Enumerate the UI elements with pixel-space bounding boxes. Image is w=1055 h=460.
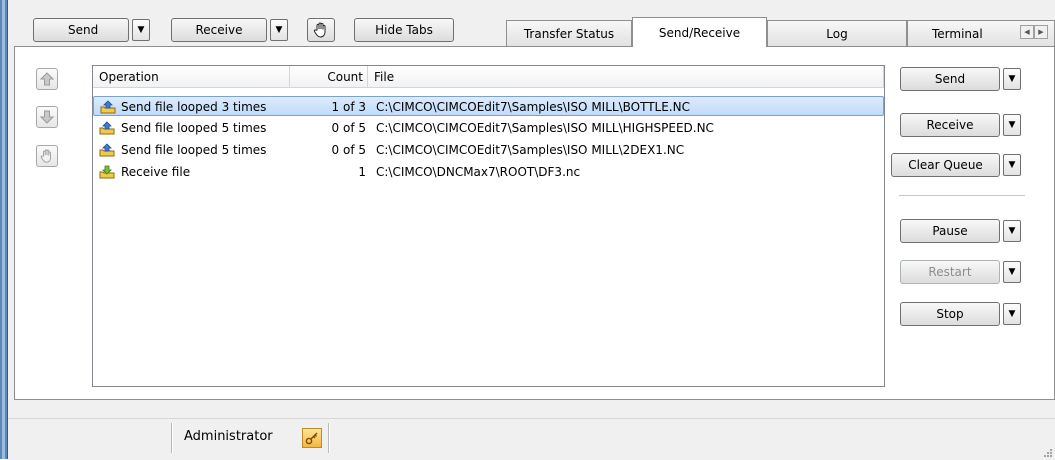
toolbar-send-dropdown[interactable]: ▼ xyxy=(132,19,150,41)
row-operation: Send file looped 3 times xyxy=(121,100,267,114)
row-file: C:\CIMCO\CIMCOEdit7\Samples\ISO MILL\HIG… xyxy=(376,121,714,135)
dropdown-arrow-icon: ▼ xyxy=(1008,73,1016,84)
stop-label: Stop xyxy=(936,307,964,321)
hide-tabs-label: Hide Tabs xyxy=(375,23,433,37)
restart-dropdown[interactable]: ▼ xyxy=(1003,261,1021,283)
toolbar-receive-label: Receive xyxy=(195,23,243,37)
send-label: Send xyxy=(934,72,966,86)
status-user: Administrator xyxy=(184,429,273,444)
pause-label: Pause xyxy=(932,224,968,238)
row-operation: Send file looped 5 times xyxy=(121,121,267,135)
receive-button[interactable]: Receive xyxy=(900,113,1000,137)
row-count: 0 of 5 xyxy=(331,121,366,135)
restart-button[interactable]: Restart xyxy=(900,260,1000,284)
tab-label: Terminal xyxy=(932,26,983,41)
row-file: C:\CIMCO\DNCMax7\ROOT\DF3.nc xyxy=(376,165,581,179)
table-row[interactable]: Send file looped 5 times 0 of 5 C:\CIMCO… xyxy=(93,118,884,138)
key-icon[interactable] xyxy=(302,428,322,448)
table-row[interactable]: Send file looped 3 times 1 of 3 C:\CIMCO… xyxy=(93,96,884,116)
tab-label: Log xyxy=(826,26,848,41)
hand-icon xyxy=(40,149,51,163)
transfer-queue-list[interactable]: Operation Count File Send file looped 3 … xyxy=(92,65,885,387)
restart-label: Restart xyxy=(928,265,972,279)
dropdown-arrow-icon: ▼ xyxy=(1008,266,1016,277)
tab-scroll-left-button[interactable]: ◀ xyxy=(1020,25,1034,39)
send-file-icon xyxy=(99,143,115,157)
stop-button[interactable]: Stop xyxy=(900,302,1000,326)
row-count: 1 of 3 xyxy=(331,100,366,114)
row-count: 0 of 5 xyxy=(331,143,366,157)
status-separator xyxy=(328,423,330,453)
hold-button[interactable] xyxy=(36,145,58,167)
column-header-operation[interactable]: Operation xyxy=(93,66,290,88)
chevron-right-icon: ▶ xyxy=(1038,28,1044,36)
chevron-left-icon: ◀ xyxy=(1024,28,1030,36)
key-glyph-icon xyxy=(305,432,318,445)
arrow-up-icon xyxy=(40,72,54,86)
send-file-icon xyxy=(99,121,115,135)
row-file: C:\CIMCO\CIMCOEdit7\Samples\ISO MILL\2DE… xyxy=(376,143,685,157)
column-header-file[interactable]: File xyxy=(368,66,884,88)
table-row[interactable]: Send file looped 5 times 0 of 5 C:\CIMCO… xyxy=(93,140,884,160)
status-bar: Administrator xyxy=(8,418,1055,460)
tab-log[interactable]: Log xyxy=(767,20,907,46)
receive-file-icon xyxy=(99,165,115,179)
pause-button[interactable]: Pause xyxy=(900,219,1000,243)
window-frame-left xyxy=(0,0,8,459)
clear-queue-label: Clear Queue xyxy=(908,158,983,172)
dropdown-arrow-icon: ▼ xyxy=(275,24,283,35)
toolbar-send-label: Send xyxy=(68,23,99,37)
row-operation: Receive file xyxy=(121,165,191,179)
toolbar-hand-button[interactable] xyxy=(307,18,335,42)
resize-grip-icon[interactable] xyxy=(1043,448,1053,458)
column-header-count[interactable]: Count xyxy=(290,66,368,88)
toolbar-receive-dropdown[interactable]: ▼ xyxy=(270,19,288,41)
tab-label: Send/Receive xyxy=(658,25,741,40)
send-dropdown[interactable]: ▼ xyxy=(1003,68,1021,90)
dropdown-arrow-icon: ▼ xyxy=(1008,159,1016,170)
dropdown-arrow-icon: ▼ xyxy=(1008,119,1016,130)
dropdown-arrow-icon: ▼ xyxy=(1008,225,1016,236)
column-header-label: File xyxy=(374,69,395,84)
tab-label: Transfer Status xyxy=(523,26,615,41)
tab-scroll-right-button[interactable]: ▶ xyxy=(1034,25,1048,39)
clear-queue-button[interactable]: Clear Queue xyxy=(891,153,1000,177)
toolbar-receive-button[interactable]: Receive xyxy=(171,18,267,42)
tab-transfer-status[interactable]: Transfer Status xyxy=(506,20,632,46)
dropdown-arrow-icon: ▼ xyxy=(137,24,145,35)
action-separator xyxy=(899,195,1025,197)
column-header-label: Operation xyxy=(99,69,159,84)
row-file: C:\CIMCO\CIMCOEdit7\Samples\ISO MILL\BOT… xyxy=(376,100,690,114)
clear-queue-dropdown[interactable]: ▼ xyxy=(1003,154,1021,176)
toolbar-send-button[interactable]: Send xyxy=(33,18,129,42)
tab-send-receive[interactable]: Send/Receive xyxy=(632,17,767,47)
receive-dropdown[interactable]: ▼ xyxy=(1003,114,1021,136)
hide-tabs-button[interactable]: Hide Tabs xyxy=(354,18,454,42)
arrow-down-icon xyxy=(40,110,54,124)
move-up-button[interactable] xyxy=(36,68,58,90)
dropdown-arrow-icon: ▼ xyxy=(1008,308,1016,319)
hand-icon xyxy=(313,22,326,38)
pause-dropdown[interactable]: ▼ xyxy=(1003,220,1021,242)
row-count: 1 xyxy=(358,165,366,179)
send-file-icon xyxy=(100,100,116,114)
row-operation: Send file looped 5 times xyxy=(121,143,267,157)
tab-strip: Transfer Status Send/Receive Log Termina… xyxy=(506,17,1055,47)
send-button[interactable]: Send xyxy=(900,67,1000,91)
receive-label: Receive xyxy=(926,118,974,132)
status-separator xyxy=(171,423,173,453)
column-header-label: Count xyxy=(327,69,363,84)
move-down-button[interactable] xyxy=(36,106,58,128)
table-row[interactable]: Receive file 1 C:\CIMCO\DNCMax7\ROOT\DF3… xyxy=(93,162,884,182)
stop-dropdown[interactable]: ▼ xyxy=(1003,303,1021,325)
app-window: Send ▼ Receive ▼ Hide Tabs Transfer Stat… xyxy=(8,0,1055,460)
